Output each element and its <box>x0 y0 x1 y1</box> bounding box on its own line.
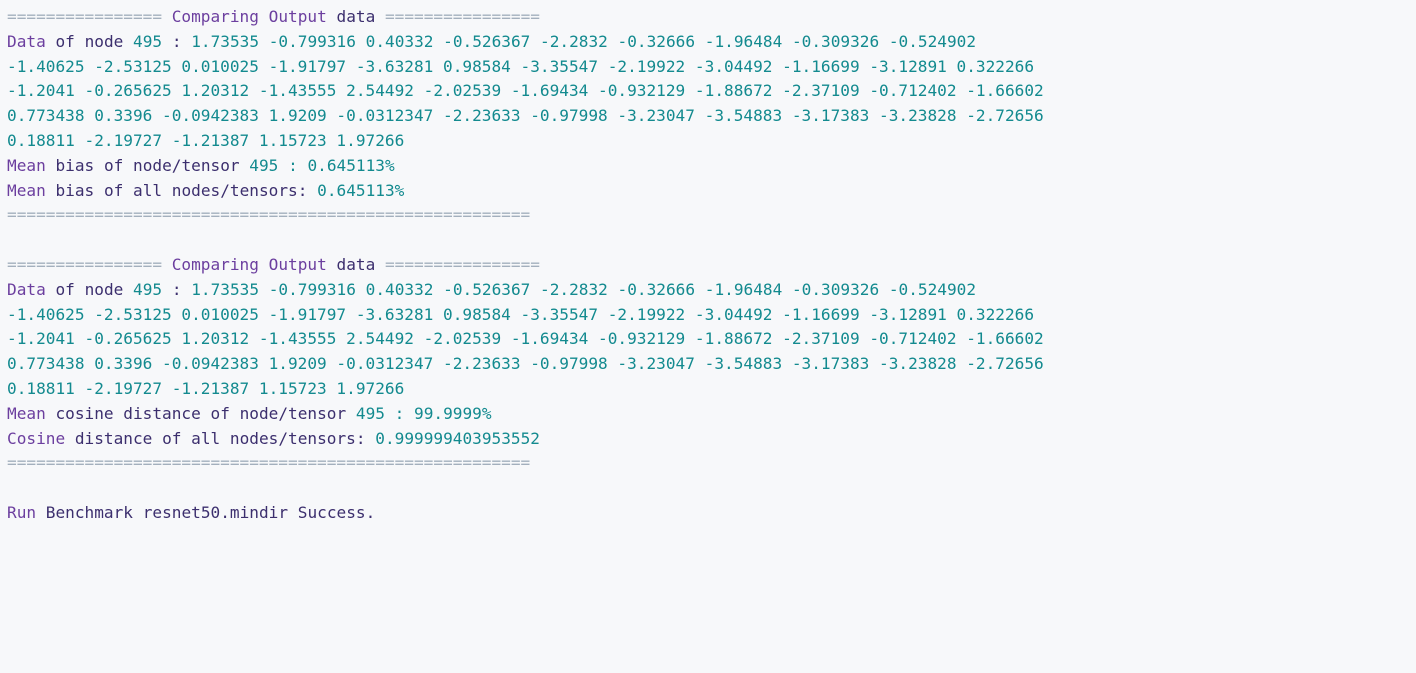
block2-data-line-2: -1.40625 -2.53125 0.010025 -1.91797 -3.6… <box>7 304 1035 324</box>
block1-metric-2: Mean bias of all nodes/tensors: 0.645113… <box>7 179 1416 204</box>
metric-value: : 0.645113% <box>288 155 395 175</box>
node-id: 495 <box>133 279 163 299</box>
block1-data-line-1: Data of node 495 : 1.73535 -0.799316 0.4… <box>7 30 1416 55</box>
values: 1.73535 -0.799316 0.40332 -0.526367 -2.2… <box>191 31 977 51</box>
data-sep: : <box>171 279 182 299</box>
metric-word: bias <box>55 180 95 200</box>
block2-header: ================ Comparing Output data =… <box>7 253 1416 278</box>
block1-data-line-2: -1.40625 -2.53125 0.010025 -1.91797 -3.6… <box>7 56 1035 76</box>
data-label: of <box>55 31 75 51</box>
block1-footer: ========================================… <box>7 205 531 225</box>
values: 1.73535 -0.799316 0.40332 -0.526367 -2.2… <box>191 279 977 299</box>
metric-id: 495 <box>355 403 385 423</box>
block2-data-line-4: 0.773438 0.3396 -0.0942383 1.9209 -0.031… <box>7 354 1044 374</box>
benchmark-result-line: Run Benchmark resnet50.mindir Success. <box>7 501 1416 526</box>
block1-data-line-5: 0.18811 -2.19727 -1.21387 1.15723 1.9726… <box>7 130 405 150</box>
data-label: node <box>84 31 124 51</box>
metric-word: Mean <box>7 403 46 423</box>
data-sep: : <box>171 31 182 51</box>
block2-footer: ========================================… <box>7 453 531 473</box>
metric-label: of all nodes/tensors: <box>103 180 308 200</box>
metric-word: Mean <box>7 180 46 200</box>
metric-label: of node/tensor <box>103 155 240 175</box>
result-word: Benchmark <box>45 502 133 522</box>
metric-label: of node/tensor <box>210 403 347 423</box>
separator: ================ <box>7 7 163 26</box>
node-id: 495 <box>133 31 163 51</box>
separator: ================ <box>384 7 540 26</box>
block1-header: ================ Comparing Output data =… <box>7 5 1416 30</box>
metric-value: 0.999999403953552 <box>375 428 540 448</box>
data-label: Data <box>7 279 46 299</box>
separator: ================ <box>384 254 540 274</box>
status-text: Success. <box>297 502 376 522</box>
header-word: Output <box>268 7 327 26</box>
header-word: Comparing <box>171 7 259 26</box>
block2-data-line-3: -1.2041 -0.265625 1.20312 -1.43555 2.544… <box>7 329 1044 349</box>
metric-id: 495 <box>249 155 279 175</box>
block2-metric-2: Cosine distance of all nodes/tensors: 0.… <box>7 427 1416 452</box>
block1-metric-1: Mean bias of node/tensor 495 : 0.645113% <box>7 154 1416 179</box>
metric-word: Cosine <box>7 428 66 448</box>
block2-metric-1: Mean cosine distance of node/tensor 495 … <box>7 402 1416 427</box>
separator: ================ <box>7 254 163 274</box>
metric-word: Mean <box>7 155 46 175</box>
metric-word: distance <box>74 428 153 448</box>
header-word: data <box>336 254 376 274</box>
metric-value: 0.645113% <box>317 180 405 200</box>
block1-data-line-3: -1.2041 -0.265625 1.20312 -1.43555 2.544… <box>7 81 1044 101</box>
header-word: Output <box>268 254 327 274</box>
console-output: ================ Comparing Output data =… <box>0 0 1416 673</box>
result-word: Run <box>7 502 37 522</box>
header-word: Comparing <box>171 254 259 274</box>
metric-label: of all nodes/tensors: <box>162 428 366 448</box>
data-label: Data <box>7 31 46 51</box>
block1-data-line-4: 0.773438 0.3396 -0.0942383 1.9209 -0.031… <box>7 106 1044 126</box>
block2-data-line-1: Data of node 495 : 1.73535 -0.799316 0.4… <box>7 278 1416 303</box>
block2-data-line-5: 0.18811 -2.19727 -1.21387 1.15723 1.9726… <box>7 378 405 398</box>
metric-word: cosine distance <box>55 403 201 423</box>
data-label: node <box>84 279 124 299</box>
metric-word: bias <box>55 155 95 175</box>
model-file: resnet50.mindir <box>142 502 289 522</box>
metric-value: : 99.9999% <box>394 403 492 423</box>
data-label: of <box>55 279 75 299</box>
header-word: data <box>336 7 376 26</box>
